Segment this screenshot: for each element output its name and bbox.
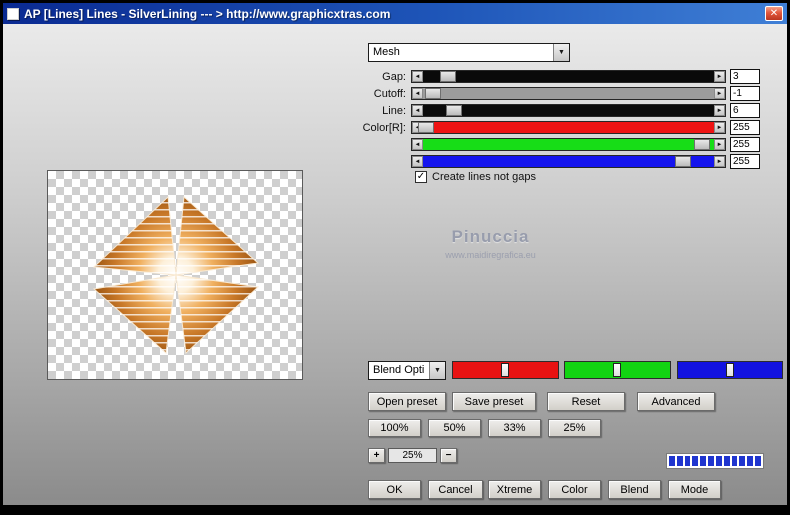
slider-right-arrow-icon[interactable]: ► — [714, 122, 725, 133]
cutoff-slider[interactable]: ◄ ► — [411, 87, 726, 100]
slider-label: Color[R]: — [362, 121, 406, 134]
slider-left-arrow-icon[interactable]: ◄ — [412, 71, 423, 82]
slider-label: Cutoff: — [373, 87, 406, 100]
chevron-down-icon[interactable]: ▼ — [429, 362, 445, 379]
slider-left-arrow-icon[interactable]: ◄ — [412, 156, 423, 167]
close-button[interactable]: ✕ — [765, 6, 783, 21]
dialog-body: Mesh ▼ Gap: ◄ ► 3 Cutoff: ◄ ► -1 Line: ◄… — [3, 24, 787, 505]
butterfly-preview-image — [92, 195, 260, 355]
slider-row-line: Line: ◄ ► 6 — [355, 103, 760, 118]
progress-segment — [676, 456, 683, 466]
slider-left-arrow-icon[interactable]: ◄ — [412, 139, 423, 150]
slider-left-arrow-icon[interactable]: ◄ — [412, 105, 423, 116]
checkbox-box[interactable]: ✓ — [415, 171, 427, 183]
zoom-in-button[interactable]: + — [368, 448, 385, 463]
progress-segment — [723, 456, 730, 466]
watermark-site: www.maidiregrafica.eu — [445, 250, 536, 260]
progress-segment — [715, 456, 722, 466]
progress-segment — [700, 456, 707, 466]
blend-options-dropdown[interactable]: Blend Opti ▼ — [368, 361, 446, 380]
slider-row-gap: Gap: ◄ ► 3 — [355, 69, 760, 84]
plugin-window: AP [Lines] Lines - SilverLining --- > ht… — [0, 0, 790, 515]
create-lines-checkbox[interactable]: ✓ Create lines not gaps — [415, 171, 536, 183]
slider-right-arrow-icon[interactable]: ► — [714, 105, 725, 116]
slider-thumb[interactable] — [693, 139, 710, 150]
cancel-button[interactable]: Cancel — [428, 480, 483, 499]
color-red-value-field[interactable]: 255 — [730, 120, 760, 135]
progress-segment — [669, 456, 675, 466]
mesh-dropdown[interactable]: Mesh ▼ — [368, 43, 570, 62]
cutoff-value-field[interactable]: -1 — [730, 86, 760, 101]
mixer-thumb[interactable] — [501, 363, 510, 377]
blend-button[interactable]: Blend — [608, 480, 661, 499]
mixer-thumb[interactable] — [725, 363, 734, 377]
slider-right-arrow-icon[interactable]: ► — [714, 71, 725, 82]
progress-segment — [755, 456, 761, 466]
chevron-down-icon[interactable]: ▼ — [553, 44, 569, 61]
slider-thumb[interactable] — [674, 156, 691, 167]
slider-right-arrow-icon[interactable]: ► — [714, 139, 725, 150]
progress-bar — [666, 453, 764, 469]
save-preset-button[interactable]: Save preset — [452, 392, 536, 411]
preview-canvas[interactable] — [47, 170, 303, 380]
progress-segment — [731, 456, 738, 466]
slider-row-color-b: ◄ ► 255 — [355, 154, 760, 169]
slider-row-color-g: ◄ ► 255 — [355, 137, 760, 152]
red-mixer-slider[interactable] — [452, 361, 559, 379]
mode-button[interactable]: Mode — [668, 480, 721, 499]
slider-thumb[interactable] — [424, 88, 441, 99]
blend-dropdown-value: Blend Opti — [373, 364, 425, 376]
advanced-button[interactable]: Advanced — [637, 392, 715, 411]
color-button[interactable]: Color — [548, 480, 601, 499]
blue-mixer-slider[interactable] — [677, 361, 783, 379]
slider-thumb[interactable] — [418, 122, 435, 133]
slider-row-cutoff: Cutoff: ◄ ► -1 — [355, 86, 760, 101]
watermark: Pinuccia www.maidiregrafica.eu — [363, 227, 618, 260]
open-preset-button[interactable]: Open preset — [368, 392, 446, 411]
color-blue-slider[interactable]: ◄ ► — [411, 155, 726, 168]
watermark-name: Pinuccia — [451, 227, 530, 246]
zoom-25-button[interactable]: 25% — [548, 419, 601, 437]
progress-segment — [684, 456, 691, 466]
ok-button[interactable]: OK — [368, 480, 421, 499]
slider-thumb[interactable] — [440, 71, 457, 82]
slider-right-arrow-icon[interactable]: ► — [714, 156, 725, 167]
progress-segment — [692, 456, 699, 466]
slider-label: Line: — [382, 104, 406, 117]
color-red-slider[interactable]: ◄ ► — [411, 121, 726, 134]
slider-left-arrow-icon[interactable]: ◄ — [412, 88, 423, 99]
title-bar[interactable]: AP [Lines] Lines - SilverLining --- > ht… — [3, 3, 787, 24]
gap-value-field[interactable]: 3 — [730, 69, 760, 84]
slider-row-color-r: Color[R]: ◄ ► 255 — [355, 120, 760, 135]
progress-segment — [747, 456, 754, 466]
zoom-level-display: 25% — [388, 448, 437, 463]
zoom-out-button[interactable]: − — [440, 448, 457, 463]
color-green-value-field[interactable]: 255 — [730, 137, 760, 152]
green-mixer-slider[interactable] — [564, 361, 671, 379]
window-title: AP [Lines] Lines - SilverLining --- > ht… — [24, 6, 391, 21]
line-value-field[interactable]: 6 — [730, 103, 760, 118]
progress-segment — [708, 456, 714, 466]
mixer-thumb[interactable] — [613, 363, 622, 377]
zoom-50-button[interactable]: 50% — [428, 419, 481, 437]
gap-slider[interactable]: ◄ ► — [411, 70, 726, 83]
slider-right-arrow-icon[interactable]: ► — [714, 88, 725, 99]
color-green-slider[interactable]: ◄ ► — [411, 138, 726, 151]
app-icon — [7, 7, 19, 20]
checkbox-label: Create lines not gaps — [432, 171, 536, 183]
reset-button[interactable]: Reset — [547, 392, 625, 411]
progress-segment — [739, 456, 746, 466]
slider-label: Gap: — [382, 70, 406, 83]
zoom-100-button[interactable]: 100% — [368, 419, 421, 437]
zoom-33-button[interactable]: 33% — [488, 419, 541, 437]
mesh-dropdown-value: Mesh — [373, 46, 400, 58]
xtreme-button[interactable]: Xtreme — [488, 480, 541, 499]
color-blue-value-field[interactable]: 255 — [730, 154, 760, 169]
line-slider[interactable]: ◄ ► — [411, 104, 726, 117]
slider-thumb[interactable] — [446, 105, 463, 116]
